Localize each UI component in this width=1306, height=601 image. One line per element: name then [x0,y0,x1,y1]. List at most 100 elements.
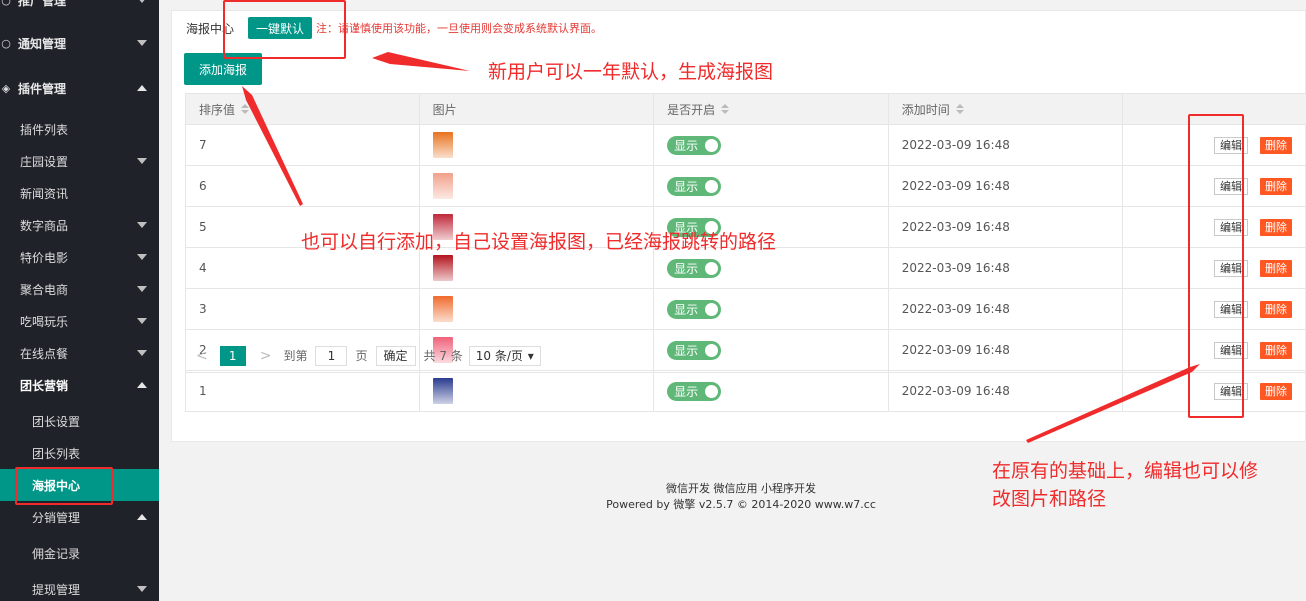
sidebar-item-commission[interactable]: 佣金记录 [0,537,159,569]
sidebar-item-leader-settings[interactable]: 团长设置 [0,405,159,437]
column-sort[interactable]: 排序值 [186,94,420,124]
poster-thumbnail[interactable] [432,173,453,199]
page-size-select[interactable]: 10 条/页 ▾ [468,345,541,366]
sidebar-item-distribution[interactable]: 分销管理 [0,501,159,533]
annotation-note-add: 也可以自行添加，自己设置海报图，已经海报跳转的路径 [301,231,777,253]
toggle-label: 显示 [674,261,699,276]
image-cell [420,289,655,329]
time-cell: 2022-03-09 16:48 [889,166,1124,206]
next-page-icon[interactable]: > [260,348,272,364]
sidebar-item-manor[interactable]: 庄园设置 [0,145,159,177]
toggle-knob [705,179,719,193]
poster-thumbnail[interactable] [432,378,453,404]
circle-icon: ○ [1,0,11,7]
chevron-down-icon [137,40,147,46]
delete-button[interactable]: 删除 [1260,259,1293,277]
sort-cell: 1 [186,371,420,411]
column-image: 图片 [420,94,655,124]
footer: 微信开发 微信应用 小程序开发 Powered by 微擎 v2.5.7 © 2… [571,481,911,513]
image-cell [420,166,655,206]
goto-page-input[interactable]: 1 [315,345,348,366]
poster-thumbnail[interactable] [432,255,453,281]
sidebar-item-notifications[interactable]: ○ 通知管理 [0,27,159,59]
column-label: 是否开启 [667,102,716,117]
toggle-knob [705,384,719,398]
sidebar-item-digital-goods[interactable]: 数字商品 [0,209,159,241]
chevron-down-icon [137,286,147,292]
sidebar-item-promotion[interactable]: ○ 推广管理 [0,0,159,16]
table-row: 7 显示 2022-03-09 16:48 编辑 删除 [185,125,1306,166]
sort-value: 5 [199,220,207,234]
sidebar-item-withdrawal[interactable]: 提现管理 [0,573,159,601]
sidebar-item-label: 新闻资讯 [20,186,69,201]
show-toggle[interactable]: 显示 [667,135,722,155]
column-enabled[interactable]: 是否开启 [654,94,889,124]
sort-cell: 3 [186,289,420,329]
sidebar-item-label: 插件管理 [18,81,67,96]
enabled-cell: 显示 [654,166,889,206]
added-time: 2022-03-09 16:48 [901,302,1010,316]
show-toggle[interactable]: 显示 [667,299,722,319]
sort-value: 4 [199,261,207,275]
warning-text: 注：请谨慎使用该功能，一旦使用则会变成系统默认界面。 [316,22,602,35]
sidebar-item-ecommerce[interactable]: 聚合电商 [0,273,159,305]
annotation-box-edit [1188,114,1244,418]
page-size-value: 10 条/页 [475,349,523,363]
sidebar-item-movies[interactable]: 特价电影 [0,241,159,273]
image-cell [420,371,655,411]
sidebar-item-ordering[interactable]: 在线点餐 [0,337,159,369]
dropdown-icon: ▾ [527,348,534,363]
footer-links[interactable]: 微信开发 微信应用 小程序开发 [571,481,911,497]
table-row: 3 显示 2022-03-09 16:48 编辑 删除 [185,289,1306,330]
toggle-knob [705,302,719,316]
poster-thumbnail[interactable] [432,296,453,322]
sidebar-item-label: 推广管理 [18,0,67,8]
delete-button[interactable]: 删除 [1260,136,1293,154]
delete-button[interactable]: 删除 [1260,218,1293,236]
show-toggle[interactable]: 显示 [667,381,722,401]
sidebar-item-label: 提现管理 [32,582,81,597]
sort-icon [241,104,250,114]
sidebar-item-label: 吃喝玩乐 [20,314,69,329]
circle-icon: ○ [1,36,11,50]
sort-icon [955,104,964,114]
delete-button[interactable]: 删除 [1260,382,1293,400]
sidebar-item-label: 特价电影 [20,250,69,265]
enabled-cell: 显示 [654,248,889,288]
sidebar-item-leader-list[interactable]: 团长列表 [0,437,159,469]
enabled-cell: 显示 [654,125,889,165]
toggle-knob [705,138,719,152]
show-toggle[interactable]: 显示 [667,258,722,278]
sidebar-item-plugin-list[interactable]: 插件列表 [0,113,159,145]
chevron-down-icon [137,350,147,356]
page-1-button[interactable]: 1 [219,345,246,366]
confirm-button[interactable]: 确定 [375,345,416,366]
sidebar-item-entertainment[interactable]: 吃喝玩乐 [0,305,159,337]
added-time: 2022-03-09 16:48 [901,138,1010,152]
prev-page-icon[interactable]: < [196,348,208,364]
time-cell: 2022-03-09 16:48 [889,125,1124,165]
sort-cell: 6 [186,166,420,206]
show-toggle[interactable]: 显示 [667,176,722,196]
chevron-down-icon [137,254,147,260]
pagination: < 1 > 到第 1 页 确定 共 7 条 10 条/页 ▾ [185,339,1306,373]
toggle-label: 显示 [674,302,699,317]
sidebar-item-news[interactable]: 新闻资讯 [0,177,159,209]
time-cell: 2022-03-09 16:48 [889,371,1124,411]
footer-powered: Powered by 微擎 v2.5.7 © 2014-2020 www.w7.… [606,498,876,511]
sort-cell: 4 [186,248,420,288]
delete-button[interactable]: 删除 [1260,300,1293,318]
column-time[interactable]: 添加时间 [889,94,1124,124]
toggle-knob [705,261,719,275]
sort-value: 3 [199,302,207,316]
sort-value: 1 [199,384,207,398]
sidebar-item-plugins[interactable]: ◈ 插件管理 [0,72,159,104]
delete-button[interactable]: 删除 [1260,177,1293,195]
time-cell: 2022-03-09 16:48 [889,248,1124,288]
goto-label: 到第 [283,349,308,363]
sidebar-item-leader-marketing[interactable]: 团长营销 [0,369,159,401]
poster-thumbnail[interactable] [432,132,453,158]
added-time: 2022-03-09 16:48 [901,179,1010,193]
sidebar: ○ 推广管理 ○ 通知管理 ◈ 插件管理 插件列表 庄园设置 新闻资讯 数字商品… [0,0,159,601]
sidebar-item-label: 在线点餐 [20,346,69,361]
